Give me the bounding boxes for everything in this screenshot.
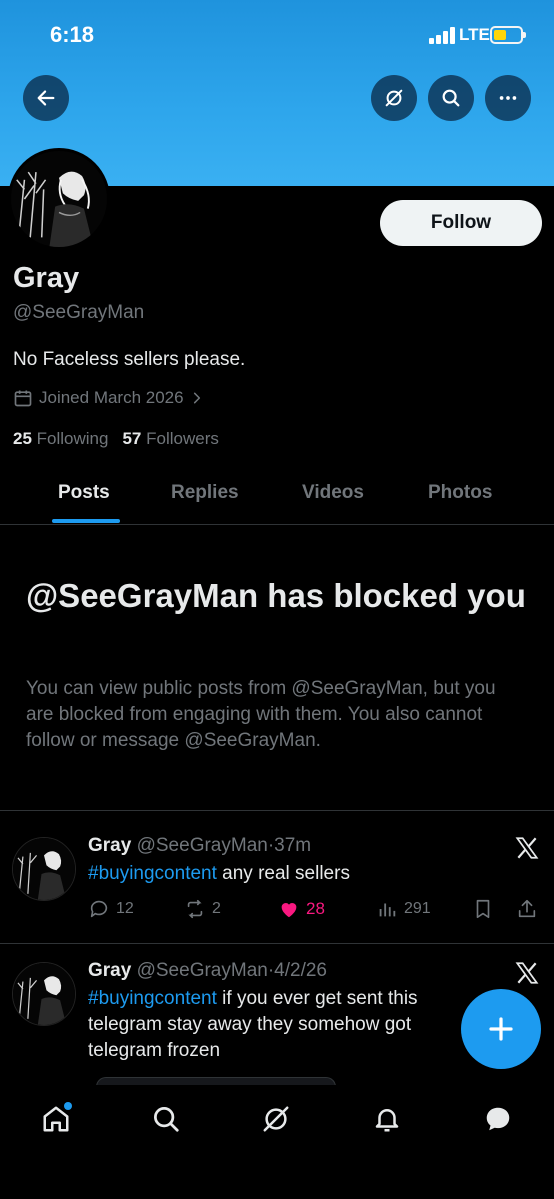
- tweet-author-handle[interactable]: @SeeGrayMan: [137, 835, 268, 856]
- profile-tabs: Posts Replies Videos Photos: [0, 470, 554, 525]
- tweet-actions: 12 2 28 291: [88, 898, 544, 928]
- notifications-icon: [375, 1109, 399, 1132]
- network-label: LTE: [459, 25, 490, 44]
- x-logo-icon: [515, 837, 539, 859]
- nav-notifications[interactable]: [367, 1099, 407, 1139]
- hashtag-link[interactable]: #buyingcontent: [88, 863, 217, 884]
- tweet-time: 37m: [274, 835, 312, 856]
- tab-photos[interactable]: Photos: [428, 482, 492, 504]
- repost-count: 2: [212, 900, 221, 917]
- following-link[interactable]: 25 Following: [13, 429, 108, 449]
- joined-date[interactable]: Joined March 2026: [13, 388, 204, 408]
- grok-button[interactable]: [371, 75, 417, 121]
- share-button[interactable]: [516, 898, 538, 920]
- tab-replies[interactable]: Replies: [171, 482, 239, 504]
- tweet-author-handle[interactable]: @SeeGrayMan: [137, 960, 268, 981]
- more-button[interactable]: [485, 75, 531, 121]
- followers-link[interactable]: 57 Followers: [122, 429, 218, 449]
- hashtag-link[interactable]: #buyingcontent: [88, 988, 217, 1009]
- profile-bio: No Faceless sellers please.: [13, 349, 246, 370]
- followers-count: 57: [122, 429, 142, 448]
- following-count: 25: [13, 429, 32, 448]
- following-label: Following: [36, 429, 109, 448]
- tweet-header: Gray @SeeGrayMan·37m: [88, 835, 312, 856]
- avatar-image: [13, 963, 75, 1025]
- profile-avatar[interactable]: [8, 148, 110, 250]
- nav-search[interactable]: [146, 1099, 186, 1139]
- follow-stats: 25 Following 57 Followers: [13, 429, 219, 449]
- more-icon: [499, 96, 517, 100]
- nav-messages[interactable]: [478, 1099, 518, 1139]
- avatar-image: [13, 838, 75, 900]
- profile-handle: @SeeGrayMan: [13, 302, 145, 323]
- like-button[interactable]: 28: [278, 898, 325, 920]
- views-icon: [379, 903, 396, 917]
- tweet-text: #buyingcontent if you ever get sent this…: [88, 988, 418, 1061]
- notification-dot: [64, 1102, 72, 1110]
- plus-icon: [489, 1017, 513, 1041]
- reply-button[interactable]: 12: [88, 898, 134, 920]
- active-tab-indicator: [52, 519, 120, 523]
- tweet-header: Gray @SeeGrayMan·4/2/26: [88, 960, 327, 981]
- tweet-avatar[interactable]: [12, 962, 76, 1026]
- blocked-description: You can view public posts from @SeeGrayM…: [26, 678, 496, 751]
- back-button[interactable]: [23, 75, 69, 121]
- tweet-author-name[interactable]: Gray: [88, 835, 131, 856]
- tab-posts[interactable]: Posts: [58, 482, 110, 504]
- status-time: 6:18: [50, 22, 95, 47]
- search-button[interactable]: [428, 75, 474, 121]
- grok-icon: [263, 1106, 289, 1132]
- nav-grok[interactable]: [256, 1099, 296, 1139]
- share-icon: [518, 899, 536, 918]
- messages-icon: [486, 1107, 510, 1131]
- compose-button[interactable]: [461, 989, 541, 1069]
- follow-button[interactable]: Follow: [380, 200, 542, 246]
- tab-videos[interactable]: Videos: [302, 482, 364, 504]
- search-icon: [442, 89, 460, 107]
- status-bar: 6:18 LTE: [0, 0, 554, 70]
- tweet-time: 4/2/26: [274, 960, 327, 981]
- profile-name: Gray: [13, 262, 80, 294]
- avatar-image: [11, 151, 107, 247]
- bottom-navigation: [0, 1085, 554, 1199]
- reply-count: 12: [116, 900, 134, 917]
- tweet[interactable]: Gray @SeeGrayMan·37m #buyingcontent any …: [0, 811, 554, 943]
- reply-icon: [90, 900, 108, 918]
- chevron-right-icon: [193, 392, 200, 404]
- calendar-icon: [14, 390, 32, 407]
- arrow-left-icon: [37, 90, 55, 106]
- followers-label: Followers: [146, 429, 219, 448]
- tweet-text: #buyingcontent any real sellers: [88, 863, 350, 884]
- views-button[interactable]: 291: [376, 898, 431, 920]
- blocked-title: @SeeGrayMan has blocked you: [26, 577, 526, 614]
- bookmark-button[interactable]: [472, 898, 494, 920]
- repost-button[interactable]: 2: [184, 898, 221, 920]
- like-count: 28: [306, 899, 325, 918]
- battery-icon: [490, 26, 526, 44]
- views-count: 291: [404, 900, 431, 917]
- search-icon: [154, 1107, 179, 1132]
- heart-filled-icon: [281, 903, 297, 918]
- tweet-author-name[interactable]: Gray: [88, 960, 131, 981]
- signal-icon: [429, 27, 455, 44]
- grok-icon: [385, 89, 403, 107]
- joined-label: Joined March 2026: [39, 388, 184, 407]
- bookmark-icon: [476, 899, 490, 919]
- x-logo-icon: [515, 962, 539, 984]
- repost-icon: [187, 899, 203, 919]
- nav-home[interactable]: [36, 1099, 76, 1139]
- tweet-avatar[interactable]: [12, 837, 76, 901]
